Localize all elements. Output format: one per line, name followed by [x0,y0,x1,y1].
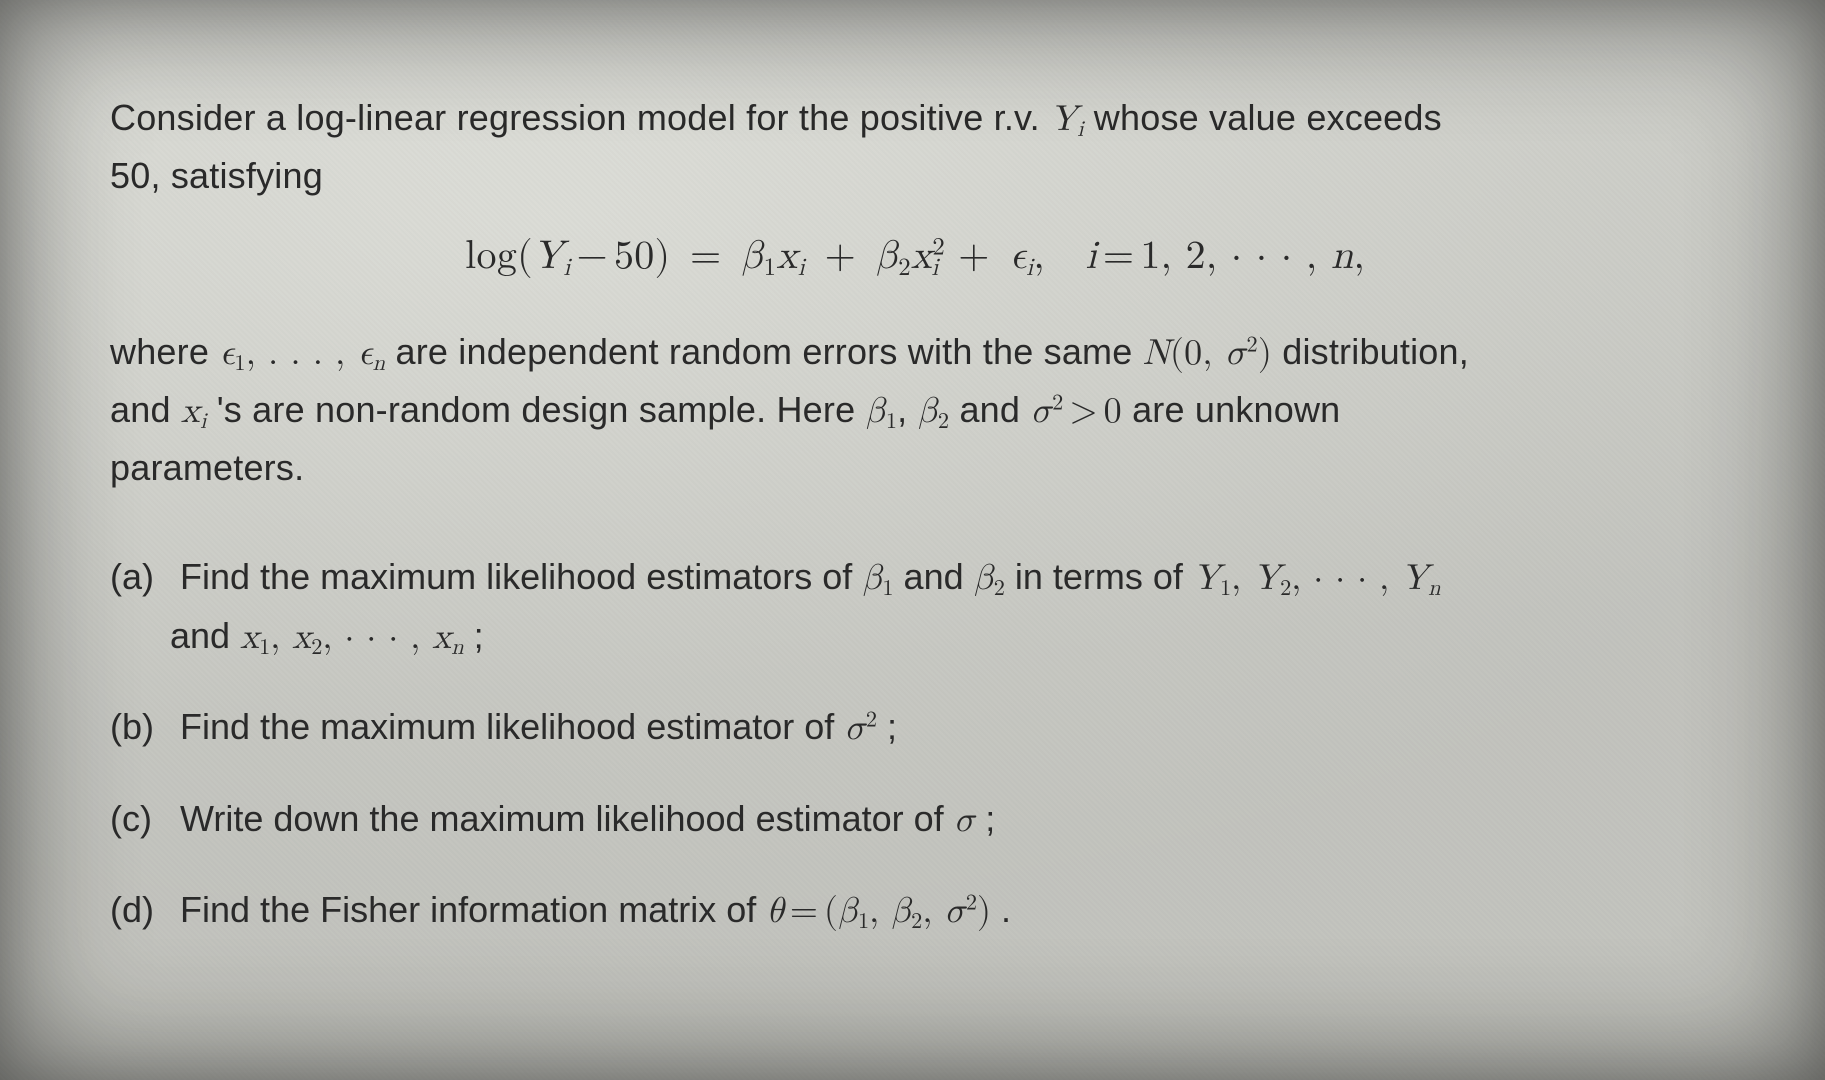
where-b: are independent random errors with the s… [395,331,1142,372]
part-a-text-4: and [170,615,240,656]
sym-theta: θ=(β1, β2, σ2) [766,893,991,929]
part-d-text-2: . [1001,889,1011,930]
where-a: where [110,331,219,372]
part-c-label: (c) [110,790,170,848]
sym-x-list: x1, x2, · · · , xn [240,619,464,655]
intro-paragraph: Consider a log-linear regression model f… [110,90,1720,204]
where-h: parameters. [110,447,304,488]
page-surface: Consider a log-linear regression model f… [0,0,1825,1080]
sym-eps-list: ϵ1, . . . , ϵn [219,335,385,371]
where-g: are unknown [1132,389,1340,430]
intro-text-1: Consider a log-linear regression model f… [110,97,1050,138]
part-b-text-2: ; [887,706,897,747]
part-c-text-2: ; [985,798,995,839]
sym-sigma-c: σ [954,802,976,838]
part-a-text-3: in terms of [1015,556,1193,597]
sym-beta2: β2 [918,393,950,429]
where-d: and [110,389,181,430]
sym-sigma-sq-b: σ2 [844,710,877,746]
part-a-text-5: ; [474,615,484,656]
where-e: 's are non-random design sample. Here [217,389,866,430]
part-a: (a) Find the maximum likelihood estimato… [110,548,1720,667]
intro-text-3: 50, satisfying [110,155,323,196]
sym-xi: xi [181,393,207,429]
sym-Y-i: Yi [1050,101,1084,137]
part-b: (b) Find the maximum likelihood estimato… [110,698,1720,757]
sym-Y-list: Y1, Y2, · · · , Yn [1193,560,1441,596]
problem-content: Consider a log-linear regression model f… [110,90,1720,972]
where-paragraph: where ϵ1, . . . , ϵn are independent ran… [110,324,1720,495]
sym-normal: N(0, σ2) [1143,335,1272,371]
part-c-text-1: Write down the maximum likelihood estima… [180,798,954,839]
part-d-text-1: Find the Fisher information matrix of [180,889,766,930]
question-parts: (a) Find the maximum likelihood estimato… [110,548,1720,941]
eq-index-range: i=1, 2, · · · , n, [1085,236,1364,276]
sym-beta1: β1 [866,393,898,429]
part-d: (d) Find the Fisher information matrix o… [110,881,1720,940]
part-b-text-1: Find the maximum likelihood estimator of [180,706,844,747]
eq-log: log [465,236,517,276]
where-c: distribution, [1282,331,1469,372]
sym-sigma-sq-pos: σ2>0 [1030,393,1122,429]
part-d-label: (d) [110,881,170,939]
sym-beta1-a: β1 [862,560,893,596]
part-a-label: (a) [110,548,170,606]
part-a-text-1: Find the maximum likelihood estimators o… [180,556,862,597]
model-equation: log(Yi−50) = β1xi + β2x2i + ϵi, i=1, 2, … [110,232,1720,283]
part-c: (c) Write down the maximum likelihood es… [110,790,1720,849]
where-f: and [959,389,1030,430]
part-b-label: (b) [110,698,170,756]
intro-text-2: whose value exceeds [1094,97,1442,138]
sym-beta2-a: β2 [974,560,1005,596]
part-a-text-2: and [904,556,974,597]
